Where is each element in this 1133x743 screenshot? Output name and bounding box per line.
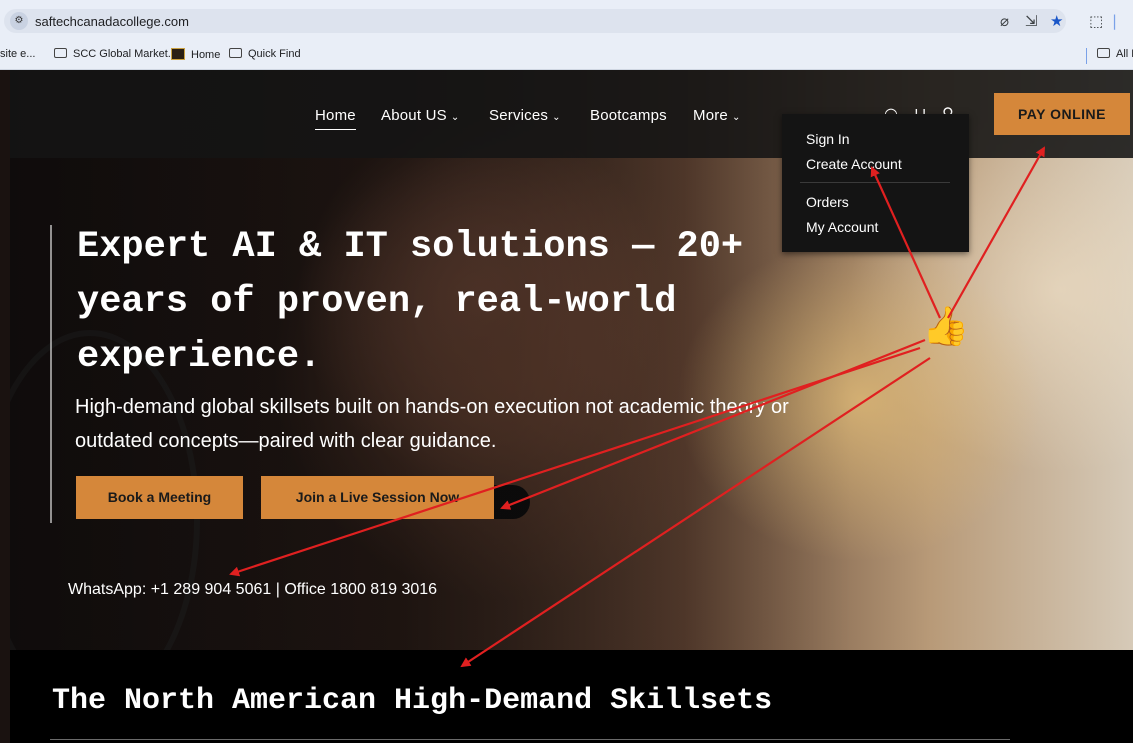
- hero-subtext: High-demand global skillsets built on ha…: [75, 396, 789, 452]
- hero-headline: Expert AI & IT solutions — 20+ years of …: [77, 226, 744, 378]
- menu-orders[interactable]: Orders: [806, 194, 849, 210]
- browser-window: ⚙ saftechcanadacollege.com ⌀ ⇲ ★ ⬚ | sit…: [0, 0, 1133, 743]
- skillsets-section: The North American High-Demand Skillsets: [10, 650, 1133, 743]
- folder-icon: [54, 48, 67, 58]
- account-dropdown-menu: Sign In Create Account Orders My Account: [782, 114, 969, 252]
- chevron-down-icon: ⌄: [552, 112, 561, 123]
- url-text[interactable]: saftechcanadacollege.com: [35, 14, 189, 29]
- section-title: The North American High-Demand Skillsets: [52, 684, 773, 718]
- toolbar-divider: |: [1112, 12, 1118, 30]
- section-divider: [50, 739, 1010, 740]
- password-key-icon[interactable]: ⌀: [1000, 12, 1009, 30]
- nav-home[interactable]: Home: [315, 107, 356, 124]
- bookmark-scc-global[interactable]: SCC Global Market...: [54, 48, 177, 60]
- bookmarks-bar: site e... SCC Global Market... Home Quic…: [0, 40, 1133, 70]
- site-settings-icon[interactable]: ⚙: [10, 12, 28, 30]
- menu-sign-in[interactable]: Sign In: [806, 131, 850, 147]
- bookmark-quick-find[interactable]: Quick Find: [229, 48, 301, 60]
- bookmark-home[interactable]: Home: [171, 48, 220, 61]
- install-app-icon[interactable]: ⇲: [1025, 12, 1038, 30]
- thumbs-up-icon: 👍: [922, 306, 970, 348]
- menu-divider: [800, 182, 950, 183]
- menu-my-account[interactable]: My Account: [806, 219, 878, 235]
- bookmark-site[interactable]: site e...: [0, 48, 35, 60]
- hero-accent-line: [50, 225, 52, 523]
- extensions-icon[interactable]: ⬚: [1089, 12, 1103, 30]
- join-live-session-button[interactable]: Join a Live Session Now: [261, 476, 494, 519]
- contact-info: WhatsApp: +1 289 904 5061 | Office 1800 …: [68, 581, 438, 598]
- folder-icon: [229, 48, 242, 58]
- bookmarks-divider: [1086, 48, 1087, 64]
- web-page: Home About US ⌄ Services ⌄ Bootcamps More ⌄…: [10, 70, 1133, 743]
- nav-home-underline: [315, 129, 356, 130]
- all-bookmarks[interactable]: All B: [1097, 48, 1133, 60]
- pay-online-button[interactable]: PAY ONLINE: [994, 93, 1130, 135]
- nav-more[interactable]: More ⌄: [693, 107, 741, 124]
- bookmark-star-icon[interactable]: ★: [1050, 12, 1063, 30]
- nav-about-us[interactable]: About US ⌄: [381, 107, 459, 124]
- nav-bootcamps[interactable]: Bootcamps: [590, 107, 667, 124]
- chevron-down-icon: ⌄: [450, 112, 460, 123]
- nav-services[interactable]: Services ⌄: [489, 107, 561, 124]
- book-meeting-button[interactable]: Book a Meeting: [76, 476, 243, 519]
- menu-create-account[interactable]: Create Account: [806, 156, 902, 172]
- address-bar: ⚙ saftechcanadacollege.com ⌀ ⇲ ★ ⬚ |: [0, 0, 1133, 40]
- chevron-down-icon: ⌄: [731, 112, 741, 123]
- folder-icon: [1097, 48, 1110, 58]
- site-logo-icon: [171, 48, 185, 60]
